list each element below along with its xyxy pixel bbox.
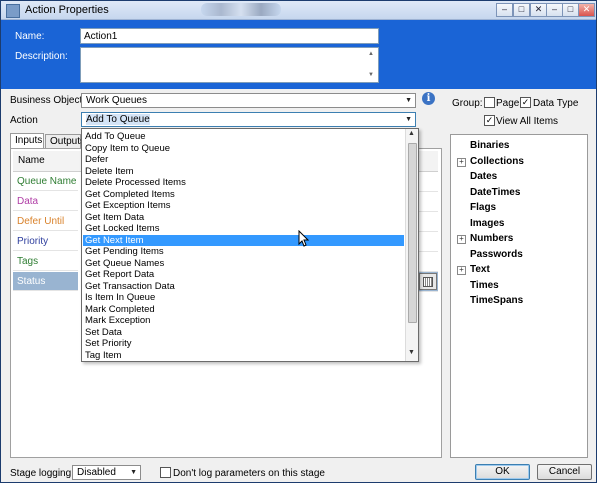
dropdown-item[interactable]: Tag Item <box>83 350 404 362</box>
group-label: Group: <box>452 98 483 109</box>
table-row[interactable]: Data <box>13 192 78 211</box>
table-row[interactable]: Tags <box>13 252 78 271</box>
description-label: Description: <box>15 51 68 62</box>
action-label: Action <box>10 115 38 126</box>
description-scroll-down-icon[interactable]: ▼ <box>368 72 374 78</box>
dropdown-item[interactable]: Get Exception Items <box>83 200 404 212</box>
dropdown-item[interactable]: Get Item Data <box>83 212 404 224</box>
tree-item[interactable]: Flags <box>470 202 496 213</box>
tree-item[interactable]: DateTimes <box>470 187 520 198</box>
tree-item[interactable]: Passwords <box>470 249 523 260</box>
dont-log-label: Don't log parameters on this stage <box>173 468 325 479</box>
blurred-region <box>201 3 281 16</box>
business-object-label: Business Object <box>10 95 83 106</box>
maximize-icon[interactable]: □ <box>562 3 579 17</box>
stage-logging-select[interactable]: Disabled ▼ <box>72 465 141 480</box>
dropdown-item[interactable]: Add To Queue <box>83 131 404 143</box>
page-checkbox-label: Page <box>496 98 520 109</box>
expand-icon[interactable]: + <box>457 235 466 244</box>
tree-item[interactable]: Numbers <box>470 233 513 244</box>
stage-logging-value: Disabled <box>77 467 116 478</box>
business-object-value: Work Queues <box>86 95 147 106</box>
description-field[interactable] <box>80 47 379 83</box>
dont-log-checkbox[interactable] <box>160 467 171 478</box>
dropdown-item[interactable]: Get Locked Items <box>83 223 404 235</box>
close-icon[interactable]: ✕ <box>530 3 547 17</box>
tree-item[interactable]: TimeSpans <box>470 295 523 306</box>
dropdown-item[interactable]: Get Pending Items <box>83 246 404 258</box>
tab-inputs[interactable]: Inputs <box>10 133 44 149</box>
title-bar[interactable]: Action Properties – □ ✕ – □ ✕ <box>1 1 596 20</box>
action-select[interactable]: Add To Queue ▼ <box>81 112 416 127</box>
dropdown-item[interactable]: Delete Item <box>83 166 404 178</box>
dropdown-item[interactable]: Set Data <box>83 327 404 339</box>
name-label: Name: <box>15 31 45 42</box>
data-type-tree[interactable]: Binaries + Collections Dates DateTimes Flags I… <box>450 134 588 458</box>
data-type-checkbox-label: Data Type <box>533 98 579 109</box>
app-icon <box>6 4 20 18</box>
table-row[interactable]: Priority <box>13 232 78 251</box>
dropdown-scrollbar[interactable]: ▲ ▼ <box>405 129 418 361</box>
window-title: Action Properties <box>25 4 109 16</box>
dropdown-item[interactable]: Get Queue Names <box>83 258 404 270</box>
action-value: Add To Queue <box>86 114 150 125</box>
action-properties-window: Action Properties – □ ✕ – □ ✕ Name: Acti… <box>0 0 597 483</box>
minimize-icon[interactable]: – <box>496 3 513 17</box>
dropdown-item[interactable]: Get Transaction Data <box>83 281 404 293</box>
dropdown-item[interactable]: Set Priority <box>83 338 404 350</box>
ok-button[interactable]: OK <box>475 464 530 480</box>
dropdown-item[interactable]: Mark Exception <box>83 315 404 327</box>
header-panel: Name: Action1 Description: ▲ ▼ <box>1 20 596 89</box>
dropdown-item[interactable]: Is Item In Queue <box>83 292 404 304</box>
mouse-cursor-icon <box>298 230 310 247</box>
expand-icon[interactable]: + <box>457 157 466 167</box>
tree-item[interactable]: Collections <box>470 156 524 167</box>
scrollbar-thumb[interactable] <box>408 143 417 323</box>
dropdown-item[interactable]: Get Report Data <box>83 269 404 281</box>
expand-icon[interactable]: + <box>457 266 466 275</box>
dropdown-item[interactable]: Delete Processed Items <box>83 177 404 189</box>
dropdown-item[interactable]: Copy Item to Queue <box>83 143 404 155</box>
chevron-down-icon: ▼ <box>405 116 412 123</box>
tree-item[interactable]: Images <box>470 218 504 229</box>
page-checkbox[interactable] <box>484 97 495 108</box>
chevron-down-icon: ▼ <box>130 469 137 476</box>
view-all-items-label: View All Items <box>496 116 559 127</box>
stage-logging-label: Stage logging: <box>10 468 74 479</box>
description-scroll-up-icon[interactable]: ▲ <box>368 51 374 57</box>
scroll-up-icon[interactable]: ▲ <box>408 130 415 137</box>
business-object-select[interactable]: Work Queues ▼ <box>81 93 416 108</box>
chevron-down-icon: ▼ <box>405 97 412 104</box>
scroll-down-icon[interactable]: ▼ <box>408 349 415 356</box>
calculator-icon[interactable] <box>419 273 437 290</box>
table-row[interactable]: Defer Until <box>13 212 78 231</box>
table-row[interactable]: Status <box>13 272 78 291</box>
dropdown-item[interactable]: Mark Completed <box>83 304 404 316</box>
cancel-button[interactable]: Cancel <box>537 464 592 480</box>
grid-header-name: Name <box>18 155 45 166</box>
maximize-icon[interactable]: □ <box>513 3 530 17</box>
view-all-items-checkbox[interactable]: ✓ <box>484 115 495 126</box>
name-field[interactable]: Action1 <box>80 28 379 44</box>
tree-item[interactable]: Binaries <box>470 140 509 151</box>
close-icon[interactable]: ✕ <box>578 3 595 17</box>
table-row[interactable]: Queue Name <box>13 172 78 191</box>
minimize-icon[interactable]: – <box>546 3 563 17</box>
tree-item[interactable]: Times <box>470 280 499 291</box>
tree-item[interactable]: Dates <box>470 171 497 182</box>
data-type-checkbox[interactable]: ✓ <box>520 97 531 108</box>
dropdown-item[interactable]: Defer <box>83 154 404 166</box>
tab-outputs[interactable]: Outputs <box>45 134 85 149</box>
dropdown-item[interactable]: Get Next Item <box>83 234 404 247</box>
dropdown-item[interactable]: Get Completed Items <box>83 189 404 201</box>
info-icon[interactable]: i <box>422 92 435 105</box>
action-dropdown-list[interactable]: Add To Queue Copy Item to Queue Defer Delet… <box>81 128 419 362</box>
tree-item[interactable]: Text <box>470 264 490 275</box>
